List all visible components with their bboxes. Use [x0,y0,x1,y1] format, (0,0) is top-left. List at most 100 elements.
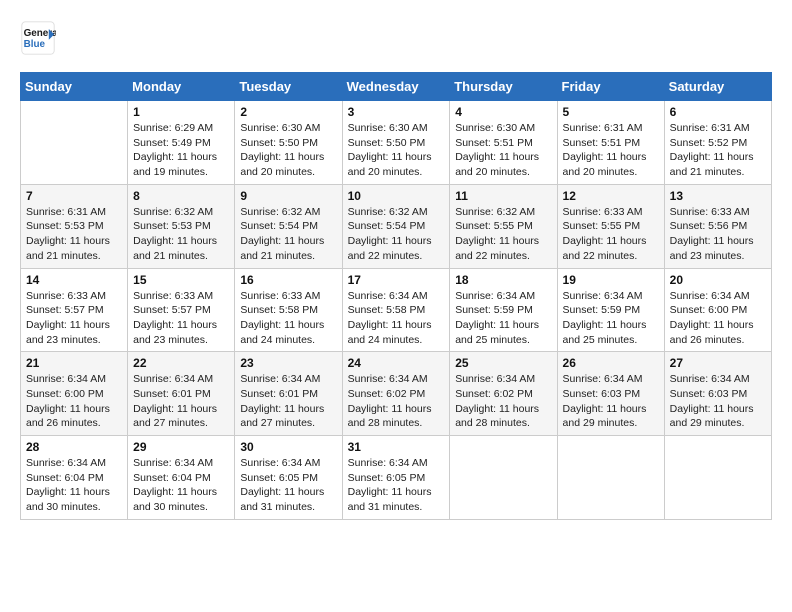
day-number: 17 [348,273,445,287]
calendar-cell: 27 Sunrise: 6:34 AMSunset: 6:03 PMDaylig… [664,352,771,436]
day-info: Sunrise: 6:33 AMSunset: 5:57 PMDaylight:… [26,289,122,348]
day-info: Sunrise: 6:32 AMSunset: 5:54 PMDaylight:… [240,205,336,264]
day-info: Sunrise: 6:34 AMSunset: 5:58 PMDaylight:… [348,289,445,348]
day-info: Sunrise: 6:34 AMSunset: 6:05 PMDaylight:… [348,456,445,515]
weekday-header-cell: Friday [557,73,664,101]
calendar-cell: 5 Sunrise: 6:31 AMSunset: 5:51 PMDayligh… [557,101,664,185]
calendar-cell: 16 Sunrise: 6:33 AMSunset: 5:58 PMDaylig… [235,268,342,352]
day-info: Sunrise: 6:34 AMSunset: 5:59 PMDaylight:… [455,289,551,348]
calendar-cell: 17 Sunrise: 6:34 AMSunset: 5:58 PMDaylig… [342,268,450,352]
day-number: 31 [348,440,445,454]
day-number: 21 [26,356,122,370]
calendar-cell: 11 Sunrise: 6:32 AMSunset: 5:55 PMDaylig… [450,184,557,268]
calendar-cell: 28 Sunrise: 6:34 AMSunset: 6:04 PMDaylig… [21,436,128,520]
calendar-cell: 29 Sunrise: 6:34 AMSunset: 6:04 PMDaylig… [128,436,235,520]
day-info: Sunrise: 6:31 AMSunset: 5:51 PMDaylight:… [563,121,659,180]
day-number: 7 [26,189,122,203]
day-info: Sunrise: 6:34 AMSunset: 5:59 PMDaylight:… [563,289,659,348]
calendar-body: 1 Sunrise: 6:29 AMSunset: 5:49 PMDayligh… [21,101,772,520]
day-info: Sunrise: 6:34 AMSunset: 6:03 PMDaylight:… [563,372,659,431]
calendar-cell: 12 Sunrise: 6:33 AMSunset: 5:55 PMDaylig… [557,184,664,268]
calendar-cell: 10 Sunrise: 6:32 AMSunset: 5:54 PMDaylig… [342,184,450,268]
day-info: Sunrise: 6:34 AMSunset: 6:02 PMDaylight:… [455,372,551,431]
day-number: 23 [240,356,336,370]
day-info: Sunrise: 6:30 AMSunset: 5:50 PMDaylight:… [240,121,336,180]
day-number: 15 [133,273,229,287]
calendar-cell [557,436,664,520]
calendar-cell: 9 Sunrise: 6:32 AMSunset: 5:54 PMDayligh… [235,184,342,268]
day-info: Sunrise: 6:33 AMSunset: 5:55 PMDaylight:… [563,205,659,264]
day-number: 3 [348,105,445,119]
day-info: Sunrise: 6:32 AMSunset: 5:54 PMDaylight:… [348,205,445,264]
day-number: 10 [348,189,445,203]
day-info: Sunrise: 6:32 AMSunset: 5:53 PMDaylight:… [133,205,229,264]
calendar-week-row: 7 Sunrise: 6:31 AMSunset: 5:53 PMDayligh… [21,184,772,268]
calendar-cell: 26 Sunrise: 6:34 AMSunset: 6:03 PMDaylig… [557,352,664,436]
calendar-cell: 19 Sunrise: 6:34 AMSunset: 5:59 PMDaylig… [557,268,664,352]
day-number: 16 [240,273,336,287]
day-number: 1 [133,105,229,119]
day-info: Sunrise: 6:33 AMSunset: 5:58 PMDaylight:… [240,289,336,348]
day-number: 13 [670,189,766,203]
day-number: 20 [670,273,766,287]
calendar-week-row: 28 Sunrise: 6:34 AMSunset: 6:04 PMDaylig… [21,436,772,520]
day-info: Sunrise: 6:34 AMSunset: 6:00 PMDaylight:… [670,289,766,348]
day-number: 5 [563,105,659,119]
calendar-cell: 6 Sunrise: 6:31 AMSunset: 5:52 PMDayligh… [664,101,771,185]
calendar-cell: 2 Sunrise: 6:30 AMSunset: 5:50 PMDayligh… [235,101,342,185]
calendar-week-row: 21 Sunrise: 6:34 AMSunset: 6:00 PMDaylig… [21,352,772,436]
day-info: Sunrise: 6:34 AMSunset: 6:03 PMDaylight:… [670,372,766,431]
day-number: 24 [348,356,445,370]
day-number: 19 [563,273,659,287]
day-info: Sunrise: 6:34 AMSunset: 6:04 PMDaylight:… [133,456,229,515]
calendar-week-row: 1 Sunrise: 6:29 AMSunset: 5:49 PMDayligh… [21,101,772,185]
day-number: 27 [670,356,766,370]
day-info: Sunrise: 6:31 AMSunset: 5:52 PMDaylight:… [670,121,766,180]
calendar-cell: 3 Sunrise: 6:30 AMSunset: 5:50 PMDayligh… [342,101,450,185]
day-info: Sunrise: 6:34 AMSunset: 6:02 PMDaylight:… [348,372,445,431]
weekday-header-cell: Monday [128,73,235,101]
weekday-header-cell: Tuesday [235,73,342,101]
day-number: 22 [133,356,229,370]
day-number: 25 [455,356,551,370]
calendar-cell: 31 Sunrise: 6:34 AMSunset: 6:05 PMDaylig… [342,436,450,520]
weekday-header-cell: Sunday [21,73,128,101]
calendar-cell [664,436,771,520]
calendar-cell: 4 Sunrise: 6:30 AMSunset: 5:51 PMDayligh… [450,101,557,185]
day-info: Sunrise: 6:34 AMSunset: 6:05 PMDaylight:… [240,456,336,515]
weekday-header-cell: Wednesday [342,73,450,101]
weekday-header-cell: Saturday [664,73,771,101]
calendar-cell: 8 Sunrise: 6:32 AMSunset: 5:53 PMDayligh… [128,184,235,268]
day-number: 30 [240,440,336,454]
day-info: Sunrise: 6:33 AMSunset: 5:57 PMDaylight:… [133,289,229,348]
day-info: Sunrise: 6:29 AMSunset: 5:49 PMDaylight:… [133,121,229,180]
calendar-cell: 20 Sunrise: 6:34 AMSunset: 6:00 PMDaylig… [664,268,771,352]
day-number: 12 [563,189,659,203]
svg-text:Blue: Blue [24,39,46,50]
calendar-cell [450,436,557,520]
calendar-cell: 24 Sunrise: 6:34 AMSunset: 6:02 PMDaylig… [342,352,450,436]
day-number: 26 [563,356,659,370]
calendar-cell: 7 Sunrise: 6:31 AMSunset: 5:53 PMDayligh… [21,184,128,268]
day-number: 6 [670,105,766,119]
day-info: Sunrise: 6:34 AMSunset: 6:04 PMDaylight:… [26,456,122,515]
logo: General Blue [20,20,58,56]
calendar-cell: 22 Sunrise: 6:34 AMSunset: 6:01 PMDaylig… [128,352,235,436]
day-number: 4 [455,105,551,119]
weekday-header-cell: Thursday [450,73,557,101]
calendar-cell: 21 Sunrise: 6:34 AMSunset: 6:00 PMDaylig… [21,352,128,436]
calendar-cell [21,101,128,185]
day-number: 29 [133,440,229,454]
day-info: Sunrise: 6:32 AMSunset: 5:55 PMDaylight:… [455,205,551,264]
day-number: 8 [133,189,229,203]
weekday-header-row: SundayMondayTuesdayWednesdayThursdayFrid… [21,73,772,101]
logo-icon: General Blue [20,20,56,56]
calendar-cell: 14 Sunrise: 6:33 AMSunset: 5:57 PMDaylig… [21,268,128,352]
calendar-cell: 15 Sunrise: 6:33 AMSunset: 5:57 PMDaylig… [128,268,235,352]
day-number: 2 [240,105,336,119]
day-number: 18 [455,273,551,287]
day-number: 14 [26,273,122,287]
day-info: Sunrise: 6:30 AMSunset: 5:51 PMDaylight:… [455,121,551,180]
calendar-cell: 13 Sunrise: 6:33 AMSunset: 5:56 PMDaylig… [664,184,771,268]
calendar-week-row: 14 Sunrise: 6:33 AMSunset: 5:57 PMDaylig… [21,268,772,352]
